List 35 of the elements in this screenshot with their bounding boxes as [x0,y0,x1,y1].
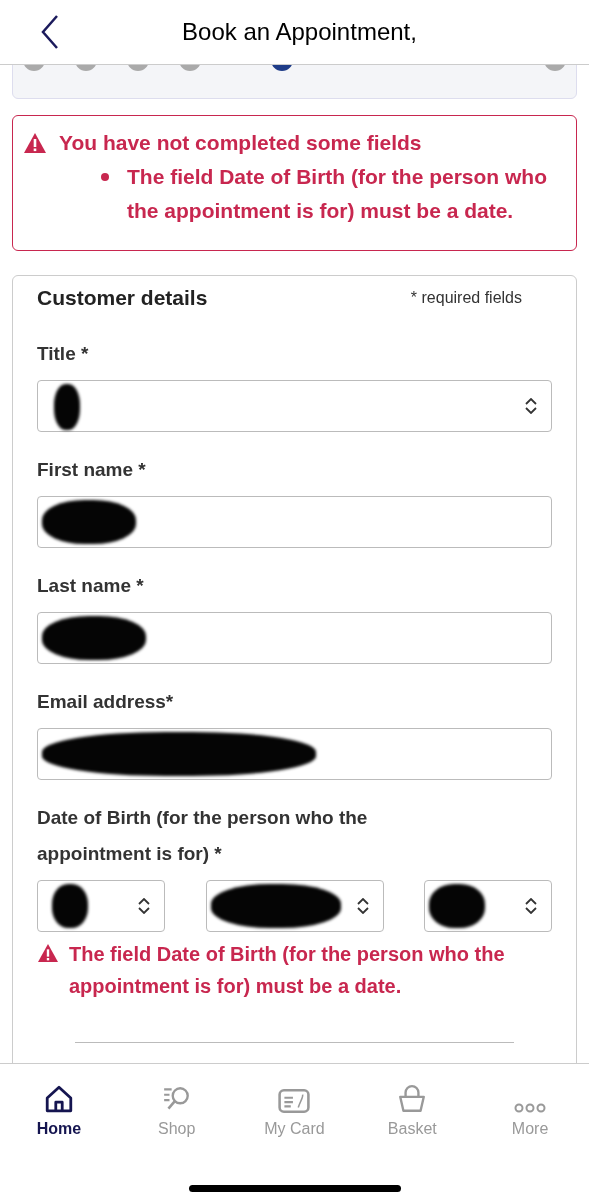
warning-icon [23,132,47,154]
basket-icon [397,1084,428,1114]
field-label: Email address* [37,690,175,714]
section-title: Customer details [37,286,208,310]
input-field[interactable] [37,728,552,780]
page-title: Book an Appointment, [182,18,417,46]
dropdown-icon [525,898,537,914]
nav-tab[interactable]: My Card [244,1082,345,1138]
select-field[interactable] [424,880,552,932]
home-icon [43,1084,74,1114]
select-field[interactable] [37,880,165,932]
nav-tab[interactable]: Shop [126,1082,227,1138]
field-label: Last name * [37,574,145,598]
field-label: First name * [37,458,147,482]
field-label: Title * [37,342,90,366]
input-field[interactable] [37,612,552,664]
nav-tab[interactable]: More [480,1082,581,1138]
card-icon [278,1088,311,1114]
error-message: The field Date of Birth (for the person who the appointment is for) must be a date. [127,164,548,224]
bullet-icon [101,173,109,181]
nav-tab[interactable]: Basket [362,1082,463,1138]
field-error-message: The field Date of Birth (for the person who the appointment is for) must be a date. [69,942,506,999]
nav-tab[interactable]: Home [8,1082,109,1138]
more-icon [514,1102,547,1114]
error-heading: You have not completed some fields [59,130,422,156]
back-icon[interactable] [40,14,60,50]
input-field[interactable] [37,496,552,548]
dropdown-icon [356,898,369,914]
dropdown-icon [525,398,537,414]
select-field[interactable] [205,880,384,932]
field-label: Date of Birth (for the person who the appointment is for) * [37,806,369,866]
select-field[interactable] [37,380,552,432]
required-note: * required fields [410,289,522,307]
dropdown-icon [138,898,150,914]
warning-icon [37,943,59,963]
